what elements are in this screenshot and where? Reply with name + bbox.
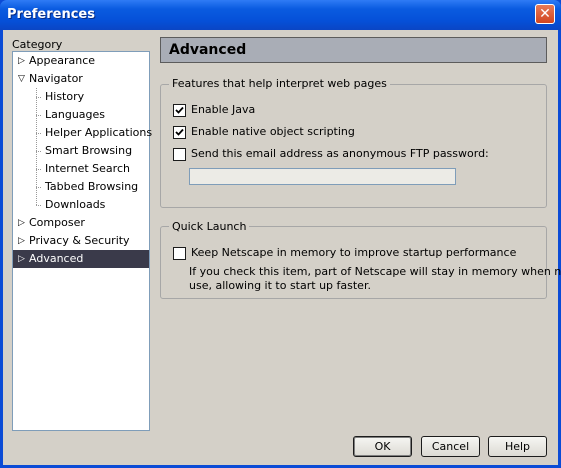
sidebar-item-privacy-security[interactable]: ▷ Privacy & Security xyxy=(13,232,149,250)
expand-arrow-icon[interactable]: ▷ xyxy=(18,250,28,268)
native-scripting-label[interactable]: Enable native object scripting xyxy=(191,125,355,138)
sidebar-item-tabbed-browsing[interactable]: Tabbed Browsing xyxy=(45,178,138,196)
sidebar-item-label: Smart Browsing xyxy=(45,144,133,157)
sidebar-item-label: Tabbed Browsing xyxy=(45,180,139,193)
category-tree: ▷ Appearance ▽ Navigator History Languag… xyxy=(12,51,152,431)
enable-java-checkbox[interactable] xyxy=(173,104,186,117)
title-bar[interactable]: Preferences ✕ xyxy=(0,0,561,30)
expand-arrow-icon[interactable]: ▷ xyxy=(18,52,28,70)
tree-connector xyxy=(36,97,41,98)
panel-header: Advanced xyxy=(160,37,547,63)
sidebar-item-appearance[interactable]: ▷ Appearance xyxy=(13,52,149,70)
dialog-body: Category ▷ Appearance ▽ Navigator Histor… xyxy=(3,30,561,465)
sidebar-item-smart-browsing[interactable]: Smart Browsing xyxy=(45,142,132,160)
sidebar-item-history[interactable]: History xyxy=(45,88,84,106)
checkmark-icon xyxy=(175,128,184,136)
tree-connector xyxy=(36,169,41,170)
quick-launch-legend: Quick Launch xyxy=(169,220,250,233)
panel-title: Advanced xyxy=(169,42,247,58)
tree-connector xyxy=(36,133,41,134)
window-title: Preferences xyxy=(7,7,95,22)
tree-connector xyxy=(36,115,41,116)
quick-launch-description-line1: If you check this item, part of Netscape… xyxy=(189,265,561,278)
quick-launch-description-line2: use, allowing it to start up faster. xyxy=(189,279,371,292)
tree-connector xyxy=(36,151,41,152)
sidebar-item-advanced[interactable]: ▷ Advanced xyxy=(13,250,149,268)
sidebar-item-label: Downloads xyxy=(45,198,106,211)
preferences-window: Preferences ✕ Category ▷ Appearance ▽ Na… xyxy=(0,0,561,468)
sidebar-item-label: Navigator xyxy=(29,72,83,85)
sidebar-item-languages[interactable]: Languages xyxy=(45,106,105,124)
sidebar-item-label: Appearance xyxy=(29,54,96,67)
sidebar-item-label: History xyxy=(45,90,85,103)
ftp-password-checkbox[interactable] xyxy=(173,148,186,161)
sidebar-item-label: Advanced xyxy=(29,252,84,265)
checkmark-icon xyxy=(175,106,184,114)
ftp-password-field[interactable] xyxy=(189,168,456,185)
close-icon: ✕ xyxy=(539,6,551,22)
sidebar-item-label: Helper Applications xyxy=(45,126,153,139)
sidebar-item-label: Languages xyxy=(45,108,106,121)
ftp-password-label[interactable]: Send this email address as anonymous FTP… xyxy=(191,147,489,160)
collapse-arrow-icon[interactable]: ▽ xyxy=(18,70,28,88)
native-scripting-checkbox[interactable] xyxy=(173,126,186,139)
help-button[interactable]: Help xyxy=(488,436,547,457)
sidebar-item-navigator[interactable]: ▽ Navigator xyxy=(13,70,149,88)
sidebar-item-helper-applications[interactable]: Helper Applications xyxy=(45,124,152,142)
sidebar-item-label: Composer xyxy=(29,216,85,229)
sidebar-item-label: Privacy & Security xyxy=(29,234,130,247)
sidebar-item-internet-search[interactable]: Internet Search xyxy=(45,160,130,178)
tree-connector xyxy=(36,205,41,206)
keep-in-memory-checkbox[interactable] xyxy=(173,247,186,260)
ok-button[interactable]: OK xyxy=(353,436,412,457)
features-legend: Features that help interpret web pages xyxy=(169,77,390,90)
cancel-button[interactable]: Cancel xyxy=(421,436,480,457)
keep-in-memory-label[interactable]: Keep Netscape in memory to improve start… xyxy=(191,246,516,259)
tree-connector xyxy=(36,187,41,188)
expand-arrow-icon[interactable]: ▷ xyxy=(18,232,28,250)
close-button[interactable]: ✕ xyxy=(535,4,555,24)
sidebar-item-downloads[interactable]: Downloads xyxy=(45,196,105,214)
category-label: Category xyxy=(12,38,63,51)
sidebar-item-label: Internet Search xyxy=(45,162,130,175)
expand-arrow-icon[interactable]: ▷ xyxy=(18,214,28,232)
enable-java-label[interactable]: Enable Java xyxy=(191,103,255,116)
sidebar-item-composer[interactable]: ▷ Composer xyxy=(13,214,149,232)
